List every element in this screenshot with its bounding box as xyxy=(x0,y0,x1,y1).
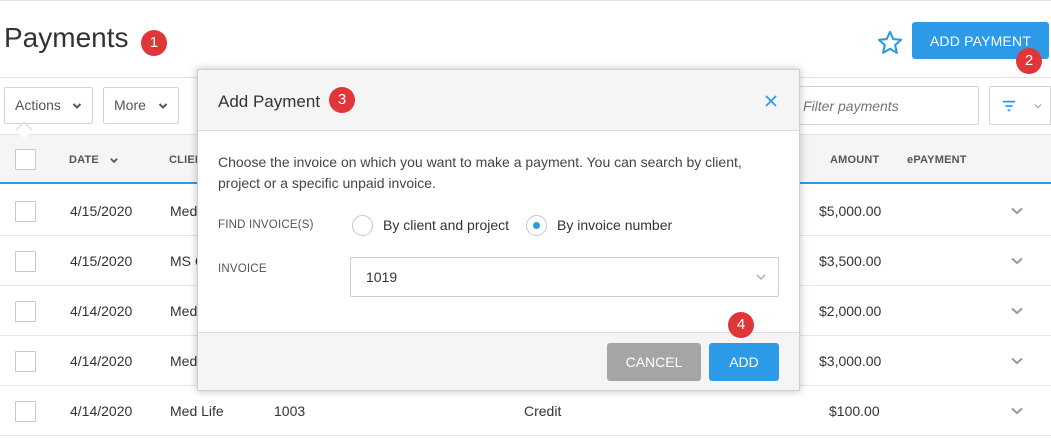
filter-options-toggle[interactable] xyxy=(1026,86,1051,125)
step-badge-4: 4 xyxy=(728,312,754,338)
radio-by-invoice-number[interactable] xyxy=(526,215,547,236)
select-all-checkbox[interactable] xyxy=(15,149,36,170)
chevron-down-icon xyxy=(158,103,168,109)
chevron-down-icon xyxy=(756,274,766,280)
row-date: 4/14/2020 xyxy=(70,303,133,319)
invoice-select[interactable]: 1019 xyxy=(350,257,779,297)
more-dropdown-label: More xyxy=(114,97,146,113)
modal-title: Add Payment xyxy=(218,92,321,111)
column-header-epayment[interactable]: ePAYMENT xyxy=(907,154,967,166)
chevron-down-icon[interactable] xyxy=(1010,206,1024,216)
chevron-down-icon[interactable] xyxy=(1010,406,1024,416)
row-amount: $100.00 xyxy=(829,403,880,419)
actions-dropdown-label: Actions xyxy=(15,97,61,113)
step-badge-3: 3 xyxy=(329,87,355,113)
row-invoice: 1003 xyxy=(274,403,306,419)
chevron-down-icon xyxy=(72,103,82,109)
row-amount: $3,500.00 xyxy=(819,253,882,269)
add-button[interactable]: ADD xyxy=(709,343,779,381)
row-date: 4/14/2020 xyxy=(70,403,133,419)
invoice-select-value: 1019 xyxy=(366,269,398,285)
cancel-button[interactable]: CANCEL xyxy=(607,343,701,381)
chevron-down-icon[interactable] xyxy=(1010,356,1024,366)
row-amount: $3,000.00 xyxy=(819,353,882,369)
row-checkbox[interactable] xyxy=(15,251,36,272)
invoice-label: INVOICE xyxy=(218,263,267,275)
star-icon[interactable] xyxy=(876,29,904,57)
actions-dropdown[interactable]: Actions xyxy=(4,87,93,124)
row-date: 4/14/2020 xyxy=(70,353,133,369)
row-date: 4/15/2020 xyxy=(70,203,133,219)
column-header-date[interactable]: DATE xyxy=(69,154,118,166)
table-row[interactable]: 4/14/2020 Med Life 1003 Credit $100.00 xyxy=(0,386,1051,436)
chevron-down-icon xyxy=(1034,103,1042,109)
column-header-amount[interactable]: AMOUNT xyxy=(830,154,879,166)
radio-selected-dot xyxy=(533,222,540,229)
row-checkbox[interactable] xyxy=(15,401,36,422)
find-invoices-label: FIND INVOICE(S) xyxy=(218,219,314,231)
top-divider xyxy=(0,0,1051,3)
filter-button[interactable] xyxy=(989,86,1027,125)
chevron-down-icon[interactable] xyxy=(1010,256,1024,266)
close-icon[interactable] xyxy=(764,94,778,108)
step-badge-2: 2 xyxy=(1016,48,1042,74)
page-title: Payments xyxy=(4,22,129,53)
sort-down-icon xyxy=(110,158,118,164)
radio-by-client-project[interactable] xyxy=(352,215,373,236)
add-payment-modal: Add Payment Choose the invoice on which … xyxy=(197,69,800,391)
row-client: Med xyxy=(170,203,198,219)
row-amount: $2,000.00 xyxy=(819,303,882,319)
row-method: Credit xyxy=(524,403,562,419)
filter-payments-input[interactable] xyxy=(790,86,979,125)
modal-footer: CANCEL ADD xyxy=(198,332,799,390)
row-client: Med xyxy=(170,353,198,369)
column-date-label: DATE xyxy=(69,154,99,166)
row-checkbox[interactable] xyxy=(15,301,36,322)
chevron-down-icon[interactable] xyxy=(1010,306,1024,316)
radio-by-client-project-label[interactable]: By client and project xyxy=(383,217,509,233)
modal-description: Choose the invoice on which you want to … xyxy=(218,154,742,191)
more-dropdown[interactable]: More xyxy=(103,87,179,124)
row-date: 4/15/2020 xyxy=(70,253,133,269)
filter-icon xyxy=(1002,100,1016,112)
row-checkbox[interactable] xyxy=(15,351,36,372)
row-checkbox[interactable] xyxy=(15,201,36,222)
row-client: Med Life xyxy=(170,403,224,419)
step-badge-1: 1 xyxy=(141,30,167,56)
row-amount: $5,000.00 xyxy=(819,203,882,219)
modal-header: Add Payment xyxy=(198,70,799,131)
radio-by-invoice-number-label[interactable]: By invoice number xyxy=(557,217,672,233)
row-client: Med xyxy=(170,303,198,319)
